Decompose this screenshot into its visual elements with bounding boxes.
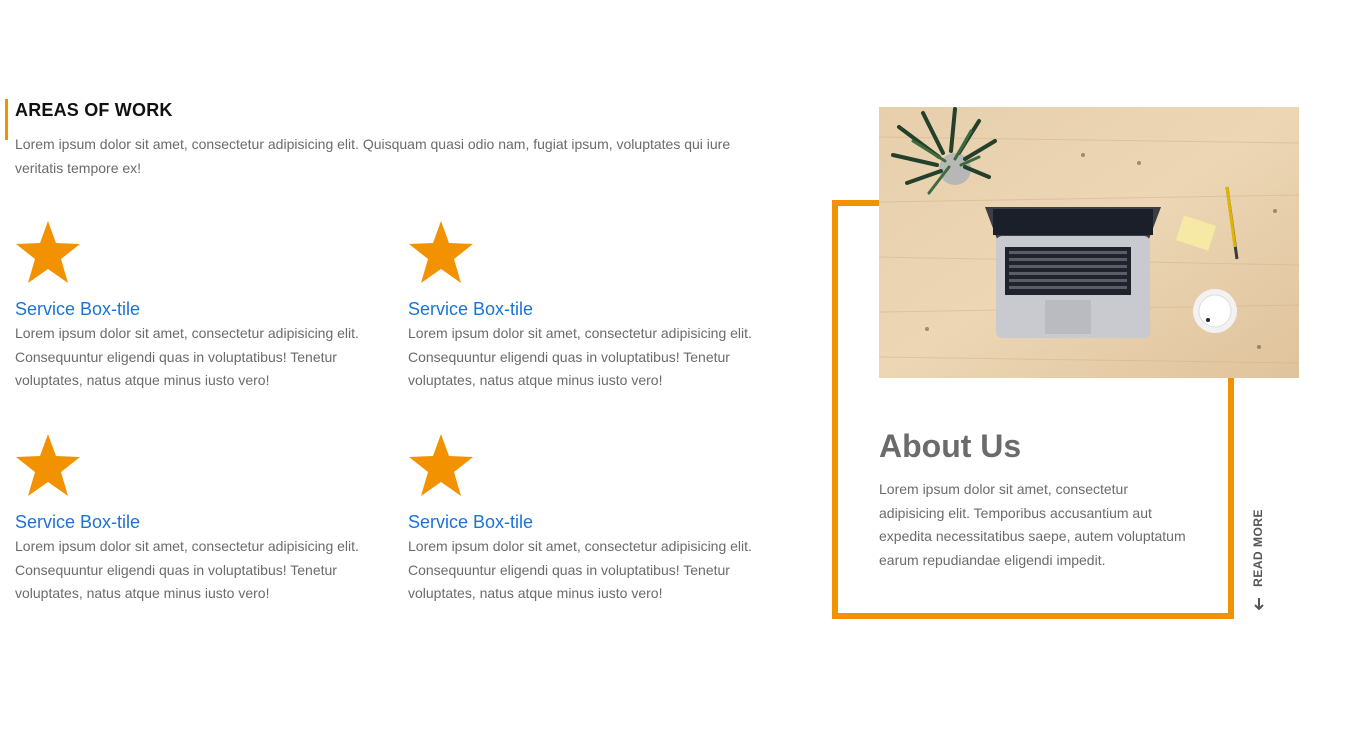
arrow-down-icon [1254, 598, 1264, 610]
section-description: Lorem ipsum dolor sit amet, consectetur … [15, 136, 731, 176]
service-description: Lorem ipsum dolor sit amet, consectetur … [15, 325, 359, 388]
read-more-link[interactable]: READ MORE [1250, 509, 1268, 610]
service-title[interactable]: Service Box-tile [408, 299, 533, 320]
areas-of-work-section: AREAS OF WORK Lorem ipsum dolor sit amet… [0, 0, 800, 745]
desk-laptop-image [879, 107, 1299, 378]
service-title[interactable]: Service Box-tile [15, 512, 140, 533]
service-description: Lorem ipsum dolor sit amet, consectetur … [15, 538, 359, 601]
star-icon [16, 434, 80, 496]
read-more-label: READ MORE [1251, 509, 1265, 587]
star-icon [409, 434, 473, 496]
section-accent-bar [5, 99, 8, 140]
service-title[interactable]: Service Box-tile [408, 512, 533, 533]
section-title: AREAS OF WORK [15, 100, 173, 120]
service-title[interactable]: Service Box-tile [15, 299, 140, 320]
about-title: About Us [879, 428, 1022, 464]
star-icon [409, 221, 473, 283]
about-description: Lorem ipsum dolor sit amet, consectetur … [879, 481, 1186, 568]
star-icon [16, 221, 80, 283]
service-description: Lorem ipsum dolor sit amet, consectetur … [408, 538, 752, 601]
service-description: Lorem ipsum dolor sit amet, consectetur … [408, 325, 752, 388]
about-photo [879, 107, 1299, 378]
